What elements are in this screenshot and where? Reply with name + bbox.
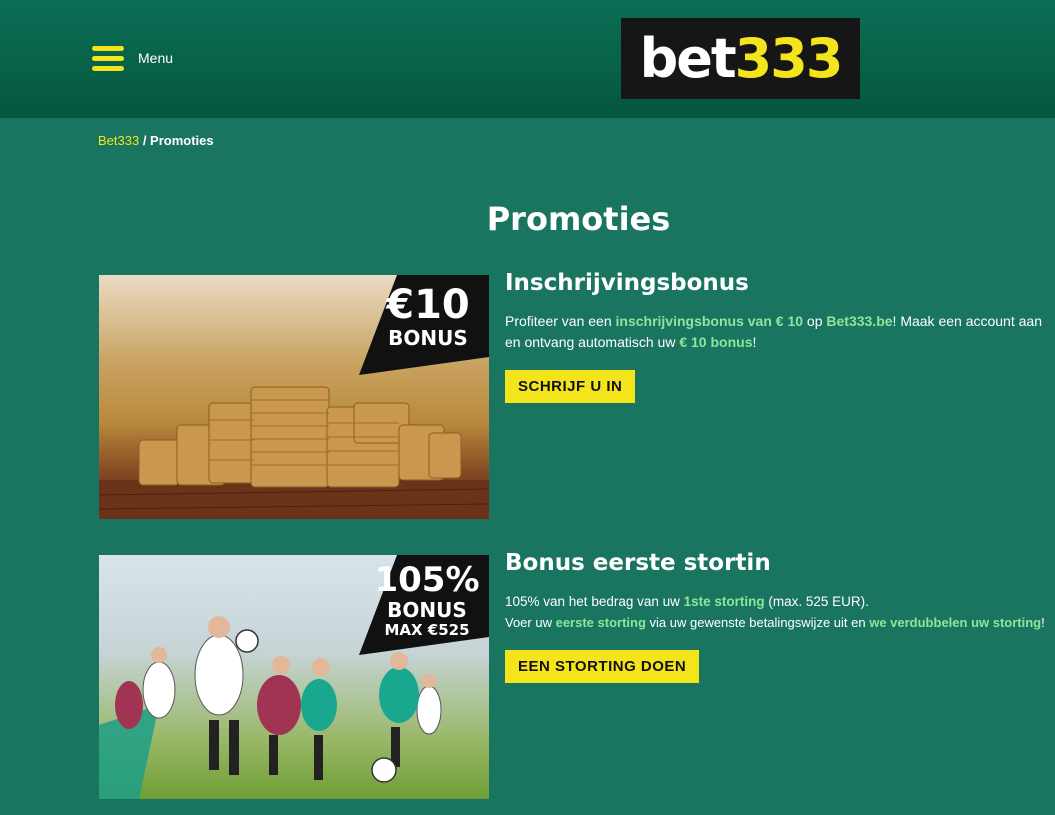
site-header: Menu bet 333: [0, 0, 1055, 118]
breadcrumb-separator: /: [139, 133, 151, 148]
badge-max: MAX €525: [384, 621, 470, 639]
breadcrumb-home-link[interactable]: Bet333: [98, 133, 139, 148]
desc-highlight: we verdubbelen uw storting: [869, 615, 1042, 630]
badge-label: BONUS: [388, 326, 468, 350]
desc-highlight: 1ste storting: [683, 594, 765, 609]
promo-title-signup: Inschrijvingsbonus: [505, 270, 749, 296]
promo-desc-deposit: 105% van het bedrag van uw 1ste storting…: [505, 591, 1055, 633]
desc-text: 105% van het bedrag van uw: [505, 594, 684, 609]
menu-label: Menu: [138, 50, 174, 66]
desc-text: Profiteer van een: [505, 313, 616, 329]
promo-title-deposit: Bonus eerste stortin: [505, 550, 771, 576]
desc-highlight: € 10 bonus: [679, 334, 753, 350]
badge-percent: 105%: [374, 560, 480, 600]
logo-text-bet: bet: [639, 27, 737, 90]
bonus-badge: €10 BONUS: [373, 283, 483, 349]
desc-text: op: [803, 313, 827, 329]
desc-highlight: eerste storting: [555, 615, 646, 630]
signup-button[interactable]: SCHRIJF U IN: [505, 370, 636, 403]
menu-button[interactable]: Menu: [92, 44, 173, 72]
desc-highlight: inschrijvingsbonus van € 10: [615, 313, 804, 329]
desc-line-2: Voer uw eerste storting via uw gewenste …: [505, 612, 1055, 633]
hamburger-icon: [92, 45, 124, 71]
promo-image-football[interactable]: 105% BONUS MAX €525: [99, 555, 489, 799]
desc-highlight: Bet333.be: [826, 313, 893, 329]
desc-text: !: [752, 334, 757, 350]
breadcrumb-current: Promoties: [150, 133, 214, 148]
badge-amount: €10: [386, 282, 470, 328]
badge-label: BONUS: [387, 598, 467, 622]
bonus-badge: 105% BONUS MAX €525: [371, 561, 483, 639]
breadcrumb: Bet333 / Promoties: [98, 133, 214, 148]
desc-line-1: 105% van het bedrag van uw 1ste storting…: [505, 591, 1055, 612]
page-title: Promoties: [486, 200, 671, 238]
promo-image-coins[interactable]: €10 BONUS: [99, 275, 489, 519]
deposit-button[interactable]: EEN STORTING DOEN: [505, 650, 700, 683]
desc-text: (max. 525 EUR).: [764, 594, 869, 609]
promo-desc-signup: Profiteer van een inschrijvingsbonus van…: [505, 311, 1055, 353]
logo-text-333: 333: [734, 27, 844, 90]
desc-text: Voer uw: [505, 615, 556, 630]
bet333-logo[interactable]: bet 333: [621, 18, 860, 99]
desc-text: via uw gewenste betalingswijze uit en: [645, 615, 870, 630]
desc-text: !: [1041, 615, 1045, 630]
